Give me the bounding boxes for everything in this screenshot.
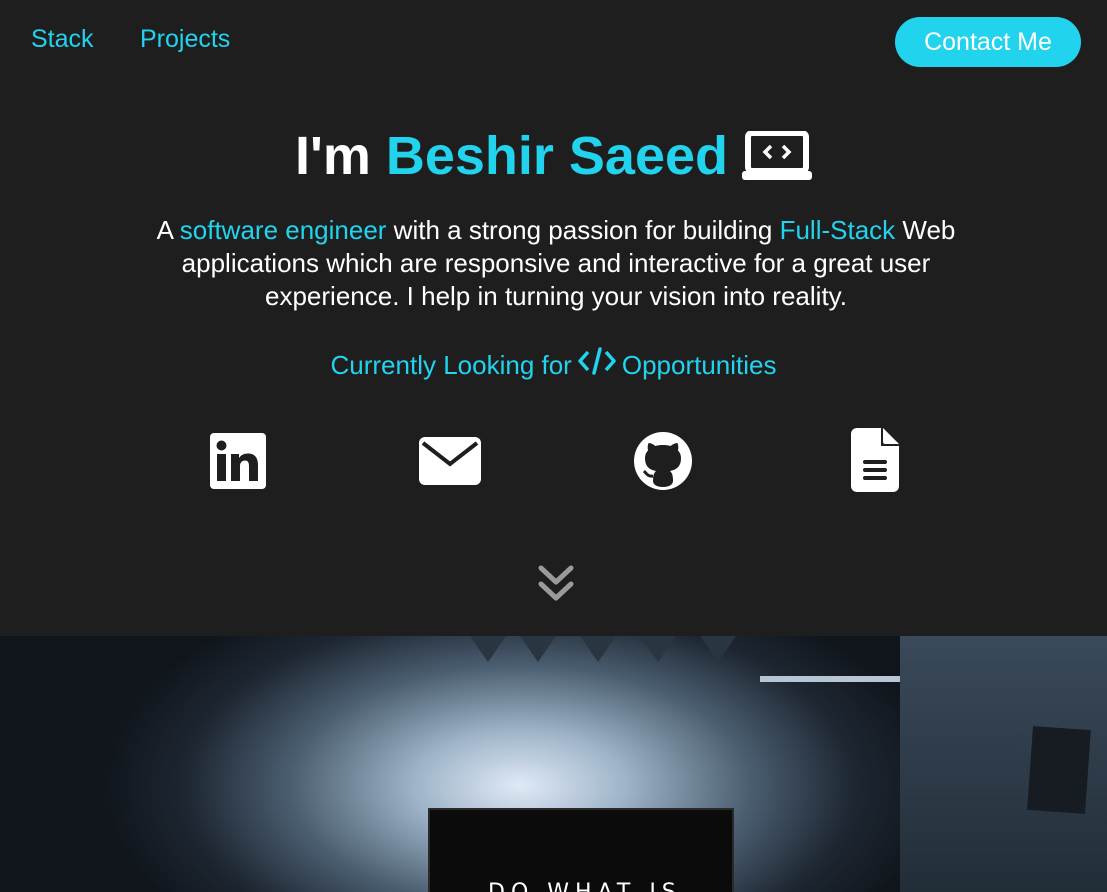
hero-photo: DO WHAT IS [0,636,1107,892]
sign-text: DO WHAT IS [488,880,682,892]
intro-highlight-full-stack: Full-Stack [779,215,896,245]
resume-link[interactable] [851,428,899,497]
neon-sign: DO WHAT IS [428,808,734,892]
ceiling-decoration [640,636,676,662]
scroll-down-button[interactable] [538,564,574,609]
intro-paragraph: A software engineer with a strong passio… [120,214,992,313]
ceiling-decoration [580,636,616,662]
intro-text-1: A [156,215,180,245]
contact-me-button[interactable]: Contact Me [895,17,1081,67]
ceiling-decoration [470,636,506,662]
social-links [0,428,1107,498]
envelope-icon [419,437,481,489]
hanging-board [1027,726,1091,814]
chevrons-down-icon [538,565,574,608]
email-link[interactable] [419,437,481,490]
github-link[interactable] [633,431,693,496]
looking-suffix: Opportunities [621,349,777,380]
intro-text-2: with a strong passion for building [386,215,780,245]
nav-link-stack[interactable]: Stack [31,24,94,54]
opportunities-line: Currently Looking for Opportunities [0,346,1107,383]
document-icon [851,428,899,496]
laptop-code-icon [742,131,813,181]
nav-link-projects[interactable]: Projects [140,24,230,54]
linkedin-icon [210,433,266,493]
ceiling-decoration [700,636,736,662]
ceiling-decoration [520,636,556,662]
page-title: I'm Beshir Saeed [0,124,1107,188]
code-icon [578,346,616,383]
looking-prefix: Currently Looking for [330,349,572,380]
linkedin-link[interactable] [210,433,266,494]
title-prefix: I'm [294,126,386,186]
author-name: Beshir Saeed [385,126,729,186]
github-icon [633,432,693,495]
intro-highlight-software-engineer: software engineer [179,215,387,245]
top-nav: Stack Projects Contact Me [0,0,1107,80]
